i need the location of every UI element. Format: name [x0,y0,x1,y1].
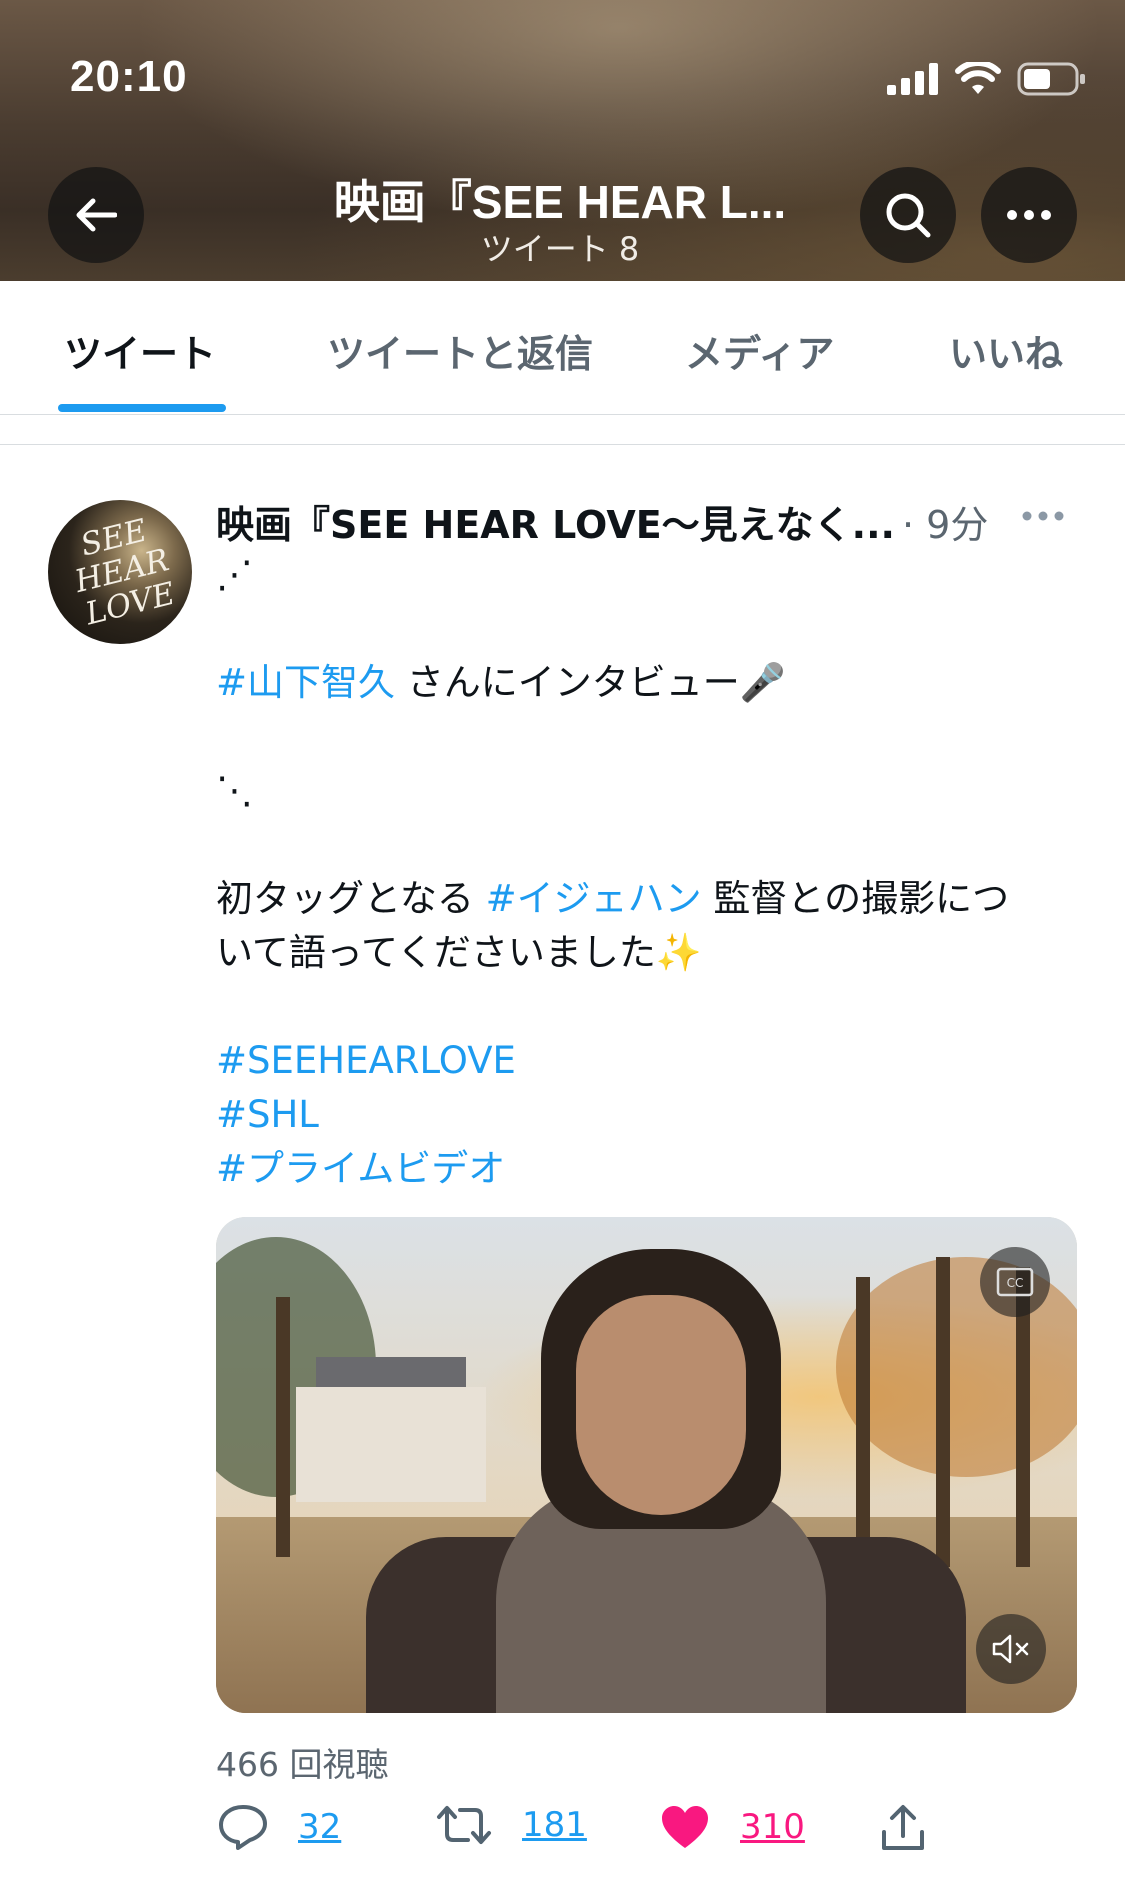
tweet-line: ⋱ [216,769,253,812]
profile-header: 20:10 映画『SEE HEAR L... ツイート 8 [0,0,1125,281]
video-scene-building [296,1387,486,1502]
hashtag-link[interactable]: #イジェハン [486,877,702,920]
tweet-count: ツイート 8 [480,230,640,268]
view-count: 466 回視聴 [216,1745,389,1784]
tweet-line: ⋰ [216,553,253,596]
more-horizontal-icon [1007,210,1051,220]
captions-button[interactable]: CC [980,1247,1050,1317]
retweet-count[interactable]: 181 [522,1805,587,1845]
share-icon [882,1805,924,1850]
status-time: 20:10 [70,52,188,101]
avatar[interactable]: SEE HEAR LOVE [48,500,192,644]
tab-tweets[interactable]: ツイート [64,323,216,378]
tweet-line: #山下智久 さんにインタビュー🎤 [216,656,1076,710]
tweet-timestamp[interactable]: · 9分 [902,494,988,549]
like-count[interactable]: 310 [740,1807,805,1847]
share-button[interactable] [880,1804,926,1852]
wifi-icon [955,62,1001,94]
avatar-logo-text: SEE HEAR LOVE [71,512,179,633]
video-person [576,1295,746,1515]
hashtag-link[interactable]: #SHL [216,1088,1076,1142]
tweet-line: 初タッグとなる #イジェハン 監督との撮影につ [216,872,1076,926]
profile-tabs: ツイート ツイートと返信 メディア いいね [0,281,1125,415]
tab-tweets-and-replies[interactable]: ツイートと返信 [327,323,593,378]
tweet-video[interactable] [216,1217,1077,1713]
hashtag-link[interactable]: #プライムビデオ [216,1142,1076,1196]
more-options-button[interactable] [981,167,1077,263]
like-button[interactable]: 310 [660,1804,805,1850]
reply-button[interactable]: 32 [218,1804,341,1850]
svg-text:CC: CC [1007,1276,1024,1290]
active-tab-indicator [58,404,226,412]
tab-media[interactable]: メディア [685,323,834,378]
reply-count[interactable]: 32 [298,1807,341,1847]
search-icon [886,193,931,238]
cellular-signal-icon [887,63,938,95]
hashtag-link[interactable]: #SEEHEARLOVE [216,1034,1076,1088]
tab-likes[interactable]: いいね [949,323,1063,378]
retweet-icon [437,1806,491,1844]
speaker-muted-icon [992,1634,1029,1664]
retweet-button[interactable]: 181 [436,1804,587,1846]
status-icons [887,62,1087,96]
header-title: 映画『SEE HEAR L... [333,176,787,228]
tweet-line-text: 初タッグとなる [216,877,486,920]
more-horizontal-icon [1022,511,1064,521]
hashtag-link[interactable]: #山下智久 [216,661,395,704]
tweet-line: いて語ってくださいました✨ [216,931,702,974]
tweet-author-name[interactable]: 映画『SEE HEAR LOVE～見えなく... [216,494,896,549]
heart-filled-icon [662,1806,708,1848]
tweet-text: ⋰ #山下智久 さんにインタビュー🎤 ⋱ 初タッグとなる #イジェハン 監督との… [216,548,1076,1196]
reply-bubble-icon [219,1805,267,1850]
tweet-line-text: 監督との撮影につ [701,877,1010,920]
divider [0,444,1125,445]
battery-icon [1017,62,1085,96]
tweet-line-text: さんにインタビュー🎤 [395,661,786,704]
search-button[interactable] [860,167,956,263]
back-button[interactable] [48,167,144,263]
arrow-left-icon [76,198,117,232]
tweet-more-button[interactable] [1022,506,1064,525]
mute-button[interactable] [976,1614,1046,1684]
closed-captions-icon: CC [996,1267,1034,1297]
